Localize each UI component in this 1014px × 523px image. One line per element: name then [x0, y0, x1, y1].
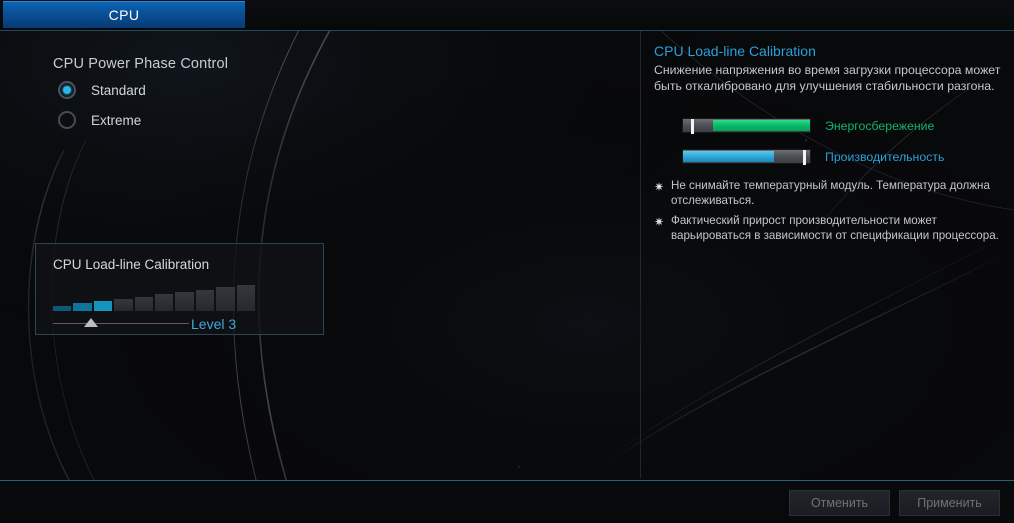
note-item: ✷ Не снимайте температурный модуль. Темпе… — [654, 179, 1010, 208]
radio-mark-standard[interactable] — [58, 81, 76, 99]
note-item: ✷ Фактический прирост производительности … — [654, 214, 1010, 243]
wedge-segment[interactable] — [175, 291, 195, 311]
wedge-segment[interactable] — [53, 305, 73, 311]
apply-button-label: Применить — [917, 496, 982, 510]
llc-level-slider[interactable]: Level 3 — [53, 316, 313, 332]
gauge-tick-marker — [802, 150, 806, 165]
wedge-segment[interactable] — [134, 296, 154, 311]
llc-card-title: CPU Load-line Calibration — [53, 257, 210, 272]
cancel-button[interactable]: Отменить — [789, 490, 890, 516]
radio-dot-icon — [63, 86, 71, 94]
radio-mark-extreme[interactable] — [58, 111, 76, 129]
wedge-segment[interactable] — [216, 287, 236, 311]
tab-cpu-label: CPU — [108, 7, 140, 23]
gauge-group: Энергосбережение Производительность — [682, 118, 1012, 180]
settings-pane: CPU Power Phase Control Standard Extreme… — [0, 31, 640, 480]
slider-track[interactable] — [53, 323, 189, 324]
gauge-tick-marker — [690, 119, 694, 134]
cancel-button-label: Отменить — [810, 496, 869, 510]
wedge-segment[interactable] — [114, 298, 134, 311]
llc-level-value: Level 3 — [191, 316, 237, 332]
phase-control-title: CPU Power Phase Control — [53, 56, 229, 72]
gauge-row: Энергосбережение — [682, 118, 1012, 137]
radio-option-standard[interactable]: Standard — [58, 81, 146, 99]
gauge-label: Энергосбережение — [825, 119, 935, 133]
radio-label-extreme: Extreme — [91, 112, 142, 128]
wedge-segment[interactable] — [155, 294, 175, 311]
tab-cpu[interactable]: CPU — [3, 1, 245, 28]
footer-bar: Отменить Применить — [0, 480, 1014, 523]
radio-option-extreme[interactable]: Extreme — [58, 111, 141, 129]
wedge-segment[interactable] — [93, 301, 114, 311]
gauge-fill — [683, 151, 775, 162]
notes-list: ✷ Не снимайте температурный модуль. Темпе… — [654, 179, 1010, 249]
help-title: CPU Load-line Calibration — [654, 43, 816, 59]
llc-level-wedge-chart — [53, 283, 257, 311]
asterisk-icon: ✷ — [654, 215, 665, 229]
wedge-segment[interactable] — [236, 285, 256, 311]
help-pane: CPU Load-line Calibration Снижение напря… — [641, 31, 1014, 480]
asterisk-icon: ✷ — [654, 180, 665, 194]
note-text: Фактический прирост производительности м… — [671, 214, 999, 242]
llc-card: CPU Load-line Calibration Level 3 — [35, 243, 324, 335]
tab-bar: CPU — [0, 0, 1014, 31]
note-text: Не снимайте температурный модуль. Темпер… — [671, 179, 990, 207]
wedge-segment[interactable] — [195, 289, 216, 311]
main-content: CPU Power Phase Control Standard Extreme… — [0, 31, 1014, 480]
radio-label-standard: Standard — [91, 82, 146, 98]
gauge-fill — [713, 120, 810, 131]
slider-handle[interactable] — [84, 318, 99, 327]
gauge-row: Производительность — [682, 149, 1012, 168]
gauge-label: Производительность — [825, 150, 945, 164]
apply-button[interactable]: Применить — [899, 490, 1000, 516]
gauge-track — [682, 149, 811, 165]
help-description: Снижение напряжения во время загрузки пр… — [654, 63, 1001, 93]
wedge-segment[interactable] — [73, 303, 93, 311]
gauge-track — [682, 118, 811, 134]
